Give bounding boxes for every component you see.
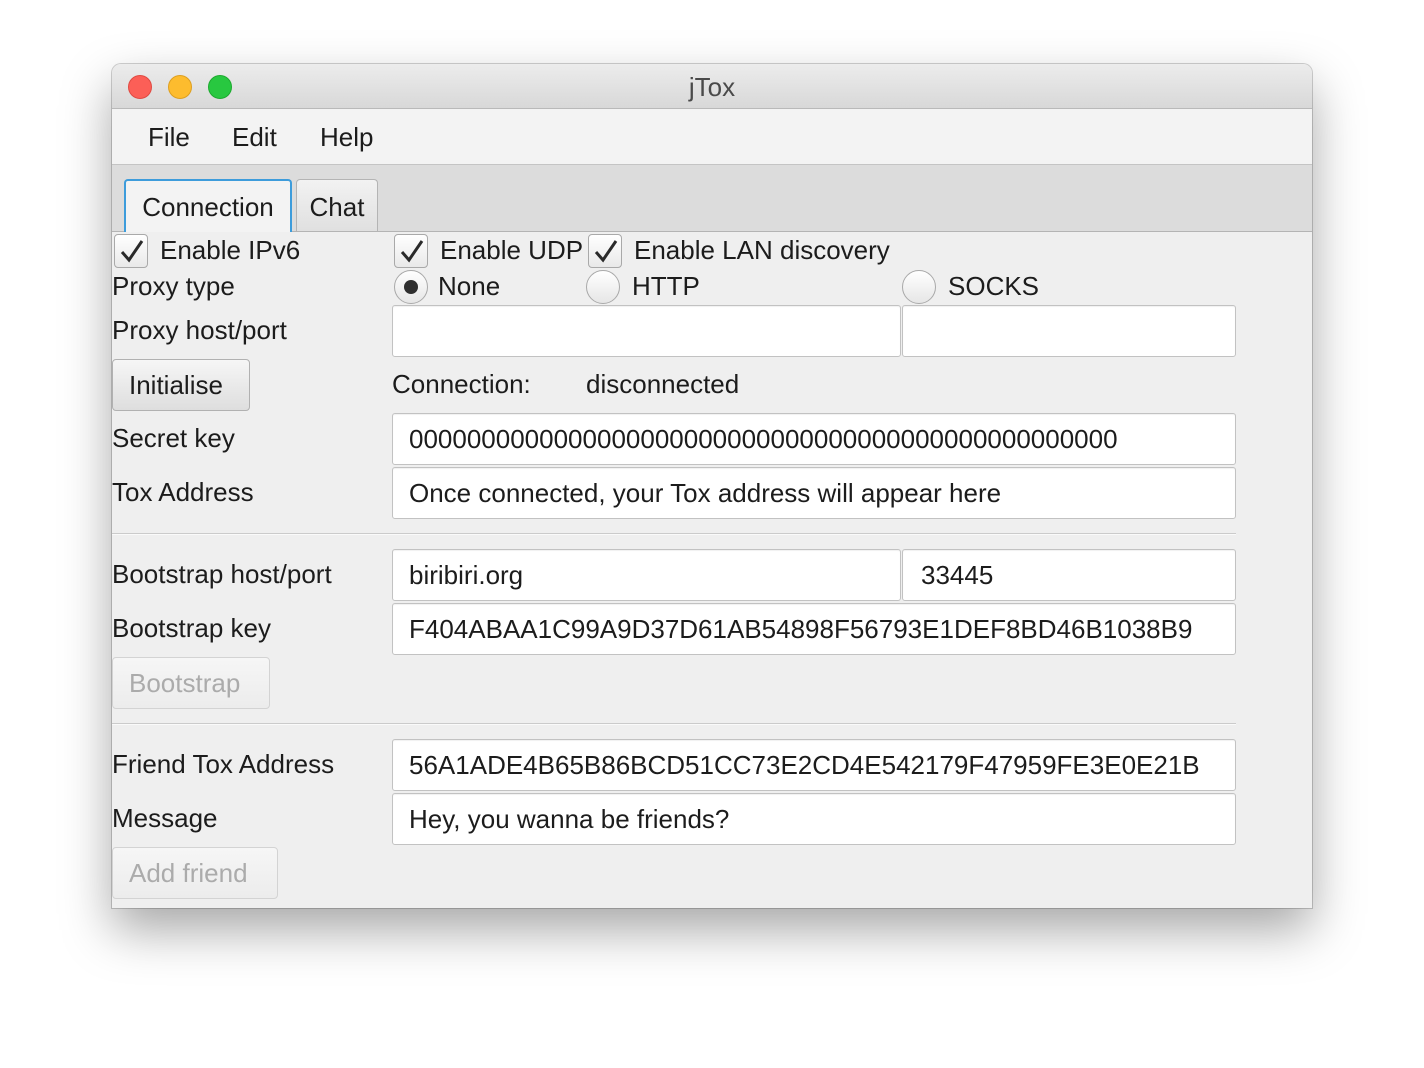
proxy-http-radio[interactable] [586, 270, 620, 304]
bootstrap-key-input[interactable]: F404ABAA1C99A9D37D61AB54898F56793E1DEF8B… [392, 603, 1236, 655]
secret-key-field[interactable]: 0000000000000000000000000000000000000000… [392, 413, 1236, 465]
tab-connection[interactable]: Connection [124, 179, 292, 232]
enable-udp-checkbox[interactable] [394, 234, 428, 268]
add-friend-button[interactable]: Add friend [112, 847, 278, 899]
connection-status-label: Connection: [392, 369, 531, 399]
tox-address-label: Tox Address [112, 477, 254, 507]
tab-strip: Connection Chat [112, 165, 1312, 232]
proxy-socks-radio[interactable] [902, 270, 936, 304]
enable-lan-discovery-checkbox[interactable] [588, 234, 622, 268]
menu-help[interactable]: Help [320, 109, 373, 165]
radio-selected-dot [404, 280, 418, 294]
title-bar: jTox [112, 64, 1312, 109]
proxy-host-port-label: Proxy host/port [112, 315, 287, 345]
app-window: jTox File Edit Help Connection Chat Enab… [112, 64, 1312, 908]
proxy-host-input[interactable] [392, 305, 901, 357]
proxy-socks-label: SOCKS [948, 271, 1040, 301]
enable-ipv6-label: Enable IPv6 [160, 235, 301, 265]
proxy-type-label: Proxy type [112, 271, 235, 301]
section-divider [112, 533, 1236, 535]
check-icon [120, 240, 144, 263]
check-icon [400, 240, 424, 263]
window-title: jTox [688, 72, 736, 102]
bootstrap-host-port-label: Bootstrap host/port [112, 559, 332, 589]
menu-file[interactable]: File [148, 109, 190, 165]
proxy-none-label: None [438, 271, 501, 301]
enable-udp-label: Enable UDP [440, 235, 584, 265]
message-input[interactable]: Hey, you wanna be friends? [392, 793, 1236, 845]
menu-bar: File Edit Help [112, 109, 1312, 165]
check-icon [594, 240, 618, 263]
friend-tox-address-input[interactable]: 56A1ADE4B65B86BCD51CC73E2CD4E542179F4795… [392, 739, 1236, 791]
section-divider [112, 723, 1236, 725]
proxy-none-radio[interactable] [394, 270, 428, 304]
connection-status-value: disconnected [586, 369, 740, 399]
menu-edit[interactable]: Edit [232, 109, 277, 165]
secret-key-label: Secret key [112, 423, 235, 453]
bootstrap-key-label: Bootstrap key [112, 613, 271, 643]
enable-lan-discovery-label: Enable LAN discovery [634, 235, 890, 265]
friend-tox-address-label: Friend Tox Address [112, 749, 335, 779]
message-label: Message [112, 803, 218, 833]
enable-ipv6-checkbox[interactable] [114, 234, 148, 268]
proxy-port-input[interactable] [902, 305, 1236, 357]
bootstrap-host-input[interactable]: biribiri.org [392, 549, 901, 601]
proxy-http-label: HTTP [632, 271, 700, 301]
tab-chat[interactable]: Chat [296, 179, 378, 231]
bootstrap-port-input[interactable]: 33445 [902, 549, 1236, 601]
tox-address-field[interactable]: Once connected, your Tox address will ap… [392, 467, 1236, 519]
bootstrap-button[interactable]: Bootstrap [112, 657, 270, 709]
initialise-button[interactable]: Initialise [112, 359, 250, 411]
